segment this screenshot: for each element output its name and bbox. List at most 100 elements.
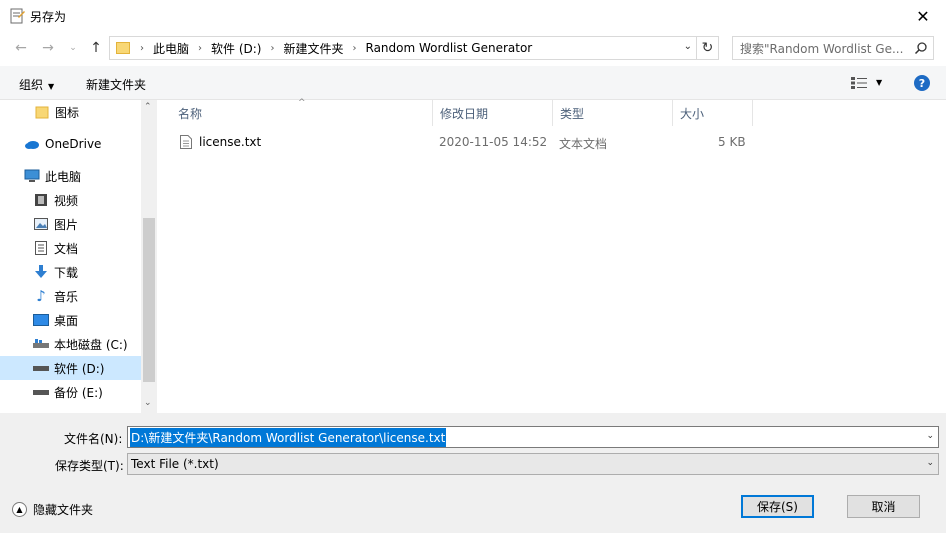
close-button[interactable]: ✕: [900, 0, 946, 32]
nav-scrollbar[interactable]: ⌃ ⌄: [141, 100, 157, 413]
arrow-up-icon: ↑: [90, 40, 102, 56]
view-options-button[interactable]: ▼: [876, 78, 882, 87]
drive-icon: [33, 360, 49, 376]
cloud-icon: [24, 136, 40, 152]
chevron-right-icon: ›: [198, 42, 203, 54]
recent-locations-button[interactable]: ⌄: [63, 38, 83, 58]
search-placeholder: 搜索"Random Wordlist Ge...: [740, 41, 904, 56]
file-name: license.txt: [199, 135, 262, 149]
chevron-down-icon: ⌄: [926, 458, 934, 468]
search-input[interactable]: 搜索"Random Wordlist Ge...: [732, 36, 934, 60]
chevron-right-icon: ›: [270, 42, 275, 54]
forward-button[interactable]: →: [38, 38, 58, 58]
hide-folders-label: 隐藏文件夹: [33, 503, 94, 517]
download-icon: [33, 264, 49, 280]
nav-item-onedrive[interactable]: OneDrive: [0, 132, 141, 156]
nav-item-drive-d[interactable]: 软件 (D:): [0, 356, 141, 380]
navigation-pane: 图标 OneDrive 此电脑 视频 图片 文档 下载 ♪ 音乐 桌面 本地磁盘…: [0, 100, 157, 413]
nav-item-label: 视频: [54, 193, 79, 208]
nav-item-label: 此电脑: [45, 169, 82, 184]
address-row: ← → ⌄ ↑ › 此电脑 › 软件 (D:) › 新建文件夹 › Random…: [0, 32, 946, 64]
folder-icon: [116, 42, 130, 54]
toolbar: 组织 ▼ 新建文件夹 ▼ ?: [0, 66, 946, 100]
column-header-type[interactable]: 类型: [553, 100, 673, 126]
organize-label: 组织: [19, 78, 44, 92]
chevron-right-icon: ›: [140, 42, 144, 54]
file-modified: 2020-11-05 14:52: [439, 135, 548, 149]
help-icon: ?: [918, 76, 926, 90]
filename-label: 文件名(N):: [64, 432, 123, 446]
nav-item-label: 备份 (E:): [54, 385, 103, 400]
new-folder-button[interactable]: 新建文件夹: [86, 76, 146, 93]
nav-item-videos[interactable]: 视频: [0, 188, 141, 212]
nav-item-icons-folder[interactable]: 图标: [0, 100, 141, 124]
column-header-modified[interactable]: 修改日期: [433, 100, 553, 126]
address-bar[interactable]: › 此电脑 › 软件 (D:) › 新建文件夹 › Random Wordlis…: [109, 36, 697, 60]
breadcrumb-new-folder[interactable]: 新建文件夹: [283, 40, 343, 57]
up-button[interactable]: ↑: [86, 38, 106, 58]
filetype-label: 保存类型(T):: [55, 459, 124, 473]
text-file-icon: [180, 135, 192, 149]
nav-item-label: 桌面: [54, 313, 79, 328]
scrollbar-thumb[interactable]: [143, 218, 155, 382]
hide-folders-toggle[interactable]: ▲ 隐藏文件夹: [12, 501, 93, 518]
breadcrumb-current-folder[interactable]: Random Wordlist Generator: [366, 41, 533, 55]
drive-icon: [33, 384, 49, 400]
nav-item-label: 下载: [54, 265, 79, 280]
title-bar: 另存为 ✕: [0, 0, 946, 32]
nav-item-label: OneDrive: [45, 137, 102, 151]
column-header-size[interactable]: 大小: [673, 100, 753, 126]
chevron-down-icon[interactable]: ⌄: [926, 431, 934, 441]
search-icon: [914, 42, 927, 55]
nav-item-label: 音乐: [54, 289, 79, 304]
window-title: 另存为: [30, 10, 67, 24]
back-button[interactable]: ←: [11, 38, 31, 58]
folder-icon: [34, 104, 50, 120]
view-details-icon[interactable]: [851, 77, 867, 89]
nav-item-this-pc[interactable]: 此电脑: [0, 164, 141, 188]
nav-item-downloads[interactable]: 下载: [0, 260, 141, 284]
arrow-left-icon: ←: [15, 40, 27, 56]
chevron-up-icon[interactable]: ⌃: [144, 102, 152, 112]
nav-item-label: 图片: [54, 217, 79, 232]
table-row[interactable]: license.txt 2020-11-05 14:52 文本文档 5 KB: [157, 131, 757, 153]
arrow-right-icon: →: [42, 40, 54, 56]
save-dialog-icon: [10, 8, 25, 24]
computer-icon: [24, 168, 40, 184]
breadcrumb-drive-d[interactable]: 软件 (D:): [211, 40, 261, 57]
music-icon: ♪: [36, 287, 46, 305]
save-button[interactable]: 保存(S): [741, 495, 814, 518]
nav-item-label: 本地磁盘 (C:): [54, 337, 128, 352]
nav-item-drive-c[interactable]: 本地磁盘 (C:): [0, 332, 141, 356]
nav-item-label: 文档: [54, 241, 79, 256]
file-list: ^ 名称 修改日期 类型 大小 license.txt 2020-11-05 1…: [157, 98, 946, 413]
nav-item-desktop[interactable]: 桌面: [0, 308, 141, 332]
filename-input[interactable]: D:\新建文件夹\Random Wordlist Generator\licen…: [127, 426, 939, 448]
caret-down-icon: ▼: [48, 82, 55, 91]
file-type: 文本文档: [559, 137, 608, 151]
document-icon: [33, 240, 49, 256]
column-header-name[interactable]: 名称: [171, 100, 433, 126]
chevron-up-icon: ▲: [12, 502, 27, 517]
nav-item-music[interactable]: ♪ 音乐: [0, 284, 141, 308]
nav-item-pictures[interactable]: 图片: [0, 212, 141, 236]
organize-button[interactable]: 组织 ▼: [19, 76, 54, 93]
picture-icon: [33, 216, 49, 232]
filetype-select[interactable]: Text File (*.txt) ⌄: [127, 453, 939, 475]
chevron-right-icon: ›: [352, 42, 357, 54]
filetype-value: Text File (*.txt): [131, 457, 219, 471]
help-button[interactable]: ?: [914, 75, 930, 91]
cancel-button[interactable]: 取消: [847, 495, 920, 518]
chevron-down-icon[interactable]: ⌄: [684, 41, 692, 52]
chevron-down-icon[interactable]: ⌄: [144, 398, 152, 408]
refresh-button[interactable]: ↻: [697, 36, 719, 60]
breadcrumb-this-pc[interactable]: 此电脑: [153, 40, 189, 57]
nav-item-documents[interactable]: 文档: [0, 236, 141, 260]
filename-value: D:\新建文件夹\Random Wordlist Generator\licen…: [130, 427, 447, 447]
refresh-icon: ↻: [701, 40, 714, 56]
drive-icon: [33, 336, 49, 352]
nav-item-drive-e[interactable]: 备份 (E:): [0, 380, 141, 404]
close-icon: ✕: [916, 6, 930, 26]
nav-item-label: 图标: [55, 105, 80, 120]
save-form: 文件名(N): D:\新建文件夹\Random Wordlist Generat…: [0, 413, 946, 533]
